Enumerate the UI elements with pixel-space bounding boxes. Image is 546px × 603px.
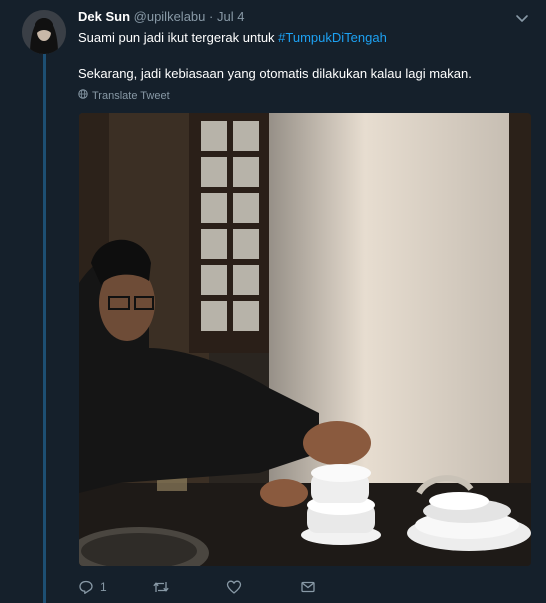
- retweet-button[interactable]: [152, 579, 226, 595]
- avatar[interactable]: [22, 10, 66, 54]
- like-button[interactable]: [226, 579, 300, 595]
- tweet-text-prefix: Suami pun jadi ikut tergerak untuk: [78, 30, 279, 45]
- thread-connector-line: [43, 50, 46, 603]
- heart-icon: [226, 579, 242, 595]
- chevron-down-icon[interactable]: [514, 10, 530, 26]
- tweet-text-line-2: Sekarang, jadi kebiasaan yang otomatis d…: [78, 66, 472, 81]
- envelope-icon: [300, 579, 316, 595]
- reply-button[interactable]: 1: [78, 579, 152, 595]
- translate-label: Translate Tweet: [92, 89, 170, 102]
- translate-tweet-button[interactable]: Translate Tweet: [78, 89, 170, 102]
- display-name[interactable]: Dek Sun: [78, 9, 130, 24]
- tweet-text-line-1: Suami pun jadi ikut tergerak untuk #Tump…: [78, 29, 387, 46]
- tweet-header: Dek Sun @upilkelabu · Jul 4: [78, 9, 244, 25]
- retweet-icon: [152, 579, 170, 595]
- user-handle[interactable]: @upilkelabu: [134, 9, 206, 24]
- separator-dot: ·: [209, 9, 214, 24]
- tweet-photo[interactable]: [79, 113, 531, 566]
- tweet-action-bar: 1: [78, 576, 374, 598]
- globe-icon: [78, 89, 88, 102]
- tweet-timestamp[interactable]: Jul 4: [217, 9, 244, 24]
- reply-icon: [78, 579, 94, 595]
- hashtag-link[interactable]: #TumpukDiTengah: [278, 30, 387, 45]
- reply-count: 1: [100, 580, 107, 594]
- share-dm-button[interactable]: [300, 579, 374, 595]
